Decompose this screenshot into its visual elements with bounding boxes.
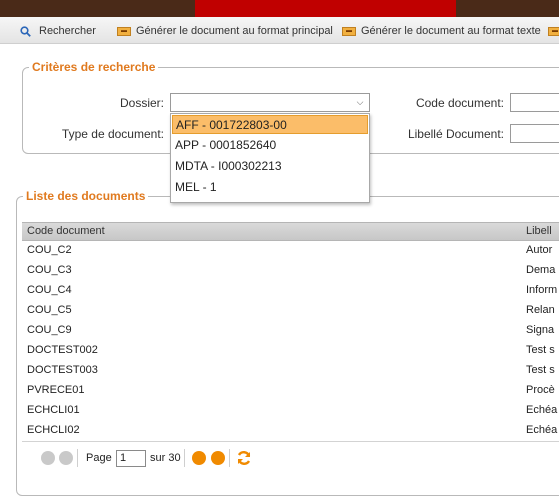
cell-code-document: ECHCLI02 bbox=[27, 424, 80, 436]
pager-separator bbox=[229, 449, 230, 467]
dropdown-option[interactable]: MEL - 1 bbox=[172, 178, 368, 197]
top-band-middle bbox=[195, 0, 456, 17]
table-row[interactable]: COU_C2 Autor bbox=[22, 240, 559, 260]
cell-code-document: COU_C9 bbox=[27, 324, 72, 336]
table-row[interactable]: COU_C4 Inform bbox=[22, 280, 559, 300]
pager-separator bbox=[77, 449, 78, 467]
top-band-left bbox=[0, 0, 195, 17]
toolbar-overflow-item[interactable]: ▬ bbox=[548, 24, 559, 38]
document-icon: ▬ bbox=[548, 26, 559, 36]
page-number-input[interactable]: 1 bbox=[116, 450, 146, 467]
cell-code-document: COU_C4 bbox=[27, 284, 72, 296]
cell-libelle: Signa bbox=[526, 324, 555, 336]
search-icon bbox=[20, 25, 31, 37]
document-list-legend: Liste des documents bbox=[23, 189, 149, 203]
page-count-label: sur 30 bbox=[150, 452, 181, 464]
dropdown-option[interactable]: MDTA - I000302213 bbox=[172, 157, 368, 176]
dossier-select[interactable]: ⌵ bbox=[170, 93, 370, 112]
document-grid-header: Code document Libell bbox=[22, 222, 559, 241]
search-criteria-legend: Critères de recherche bbox=[29, 60, 159, 74]
cell-code-document: DOCTEST003 bbox=[27, 364, 98, 376]
cell-code-document: DOCTEST002 bbox=[27, 344, 98, 356]
table-row[interactable]: COU_C3 Dema bbox=[22, 260, 559, 280]
pager-separator bbox=[184, 449, 185, 467]
search-button[interactable]: Rechercher bbox=[20, 24, 96, 38]
code-document-label: Code document: bbox=[415, 96, 504, 110]
document-type-label: Type de document: bbox=[61, 127, 164, 141]
table-row[interactable]: DOCTEST002 Test s bbox=[22, 340, 559, 360]
top-color-band bbox=[0, 0, 559, 17]
cell-libelle: Test s bbox=[526, 344, 555, 356]
cell-code-document: COU_C3 bbox=[27, 264, 72, 276]
cell-code-document: COU_C5 bbox=[27, 304, 72, 316]
toolbar: Rechercher ▬ Générer le document au form… bbox=[0, 17, 559, 44]
generate-text-format-button[interactable]: ▬ Générer le document au format texte bbox=[342, 24, 541, 38]
column-header-libelle[interactable]: Libell bbox=[526, 225, 552, 237]
cell-libelle: Echéa bbox=[526, 404, 558, 416]
generate-text-format-label: Générer le document au format texte bbox=[361, 25, 541, 37]
refresh-icon[interactable] bbox=[236, 450, 252, 466]
dossier-dropdown-list: AFF - 001722803-00 APP - 0001852640 MDTA -… bbox=[170, 113, 370, 203]
cell-code-document: ECHCLI01 bbox=[27, 404, 80, 416]
page-label: Page bbox=[86, 452, 112, 464]
cell-libelle: Echéa bbox=[526, 424, 558, 436]
first-page-icon[interactable] bbox=[41, 451, 55, 465]
document-icon: ▬ bbox=[342, 26, 356, 36]
cell-libelle: Procè bbox=[526, 384, 555, 396]
cell-libelle: Dema bbox=[526, 264, 556, 276]
chevron-down-icon[interactable]: ⌵ bbox=[351, 94, 369, 111]
document-icon: ▬ bbox=[117, 26, 131, 36]
dropdown-option[interactable]: APP - 0001852640 bbox=[172, 136, 368, 155]
next-page-icon[interactable] bbox=[192, 451, 206, 465]
cell-libelle: Inform bbox=[526, 284, 558, 296]
dossier-label: Dossier: bbox=[119, 96, 164, 110]
table-row[interactable]: COU_C9 Signa bbox=[22, 320, 559, 340]
cell-libelle: Autor bbox=[526, 244, 553, 256]
table-row[interactable]: DOCTEST003 Test s bbox=[22, 360, 559, 380]
cell-code-document: PVRECE01 bbox=[27, 384, 85, 396]
column-header-code[interactable]: Code document bbox=[27, 225, 105, 237]
pagination-bar: Page 1 sur 30 bbox=[22, 441, 559, 474]
table-row[interactable]: ECHCLI02 Echéa bbox=[22, 420, 559, 440]
code-document-input[interactable] bbox=[510, 93, 559, 112]
last-page-icon[interactable] bbox=[211, 451, 225, 465]
table-row[interactable]: ECHCLI01 Echéa bbox=[22, 400, 559, 420]
generate-main-format-label: Générer le document au format principal bbox=[136, 25, 333, 37]
cell-code-document: COU_C2 bbox=[27, 244, 72, 256]
libelle-document-input[interactable] bbox=[510, 124, 559, 143]
cell-libelle: Relan bbox=[526, 304, 555, 316]
previous-page-icon[interactable] bbox=[59, 451, 73, 465]
dropdown-option[interactable]: AFF - 001722803-00 bbox=[172, 115, 368, 134]
table-row[interactable]: PVRECE01 Procè bbox=[22, 380, 559, 400]
table-row[interactable]: COU_C5 Relan bbox=[22, 300, 559, 320]
cell-libelle: Test s bbox=[526, 364, 555, 376]
search-button-label: Rechercher bbox=[39, 25, 96, 37]
libelle-document-label: Libellé Document: bbox=[407, 127, 504, 141]
generate-main-format-button[interactable]: ▬ Générer le document au format principa… bbox=[117, 24, 333, 38]
top-band-right bbox=[456, 0, 559, 17]
